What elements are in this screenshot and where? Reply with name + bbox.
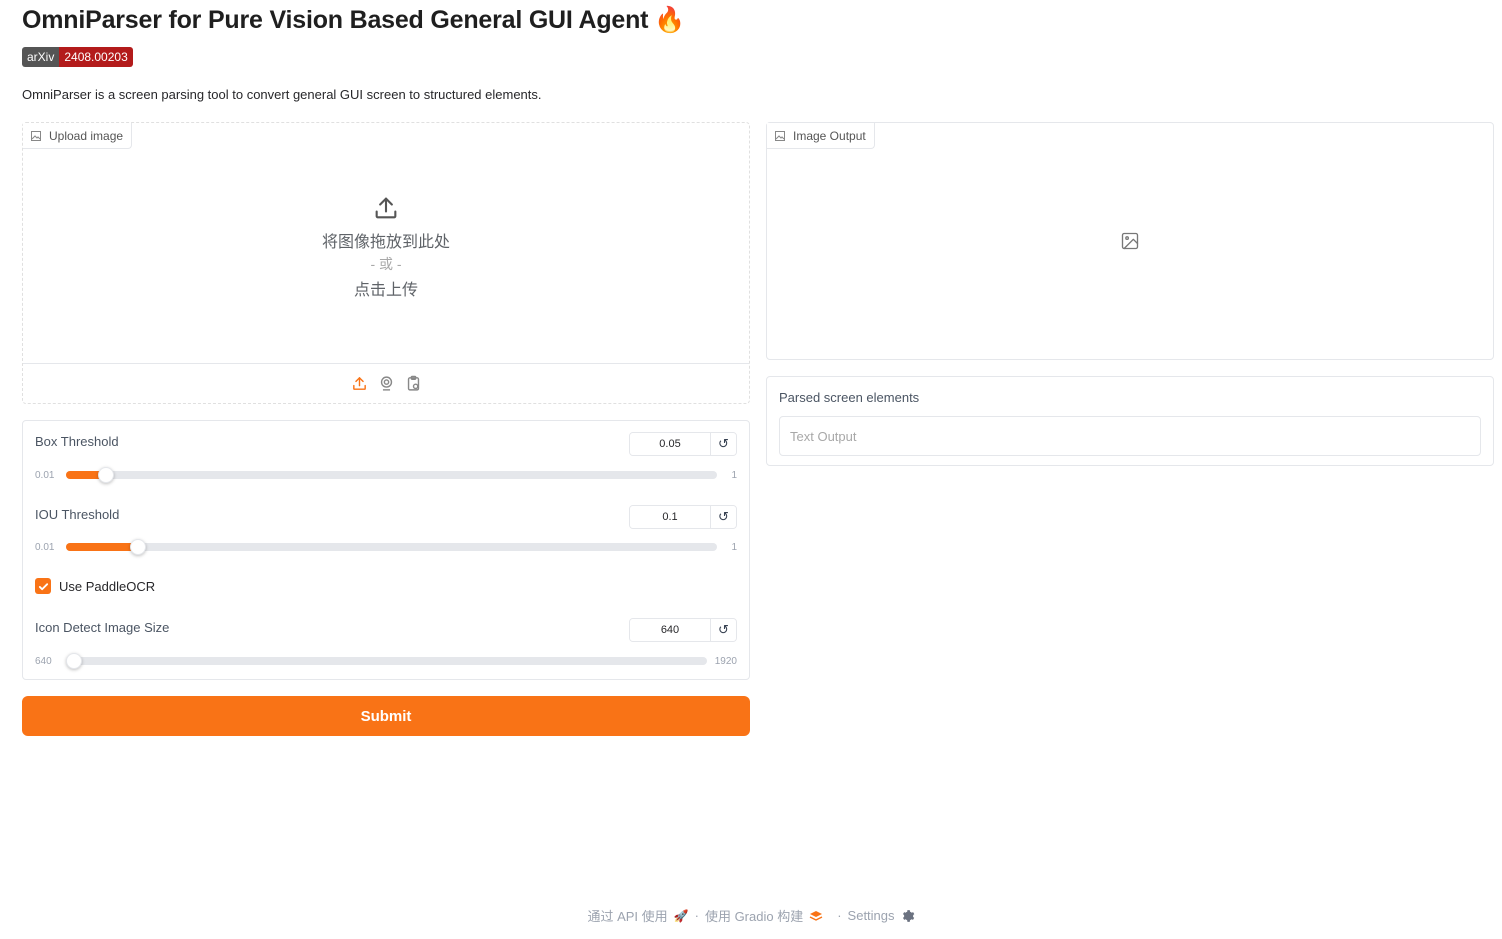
parsed-elements-panel: Parsed screen elements [766, 376, 1494, 466]
page-description: OmniParser is a screen parsing tool to c… [22, 87, 542, 102]
icon-size-number: ↺ [629, 618, 737, 642]
iou-threshold-input[interactable] [630, 506, 710, 528]
box-threshold-thumb[interactable] [98, 467, 115, 483]
gradio-link[interactable]: 使用 Gradio 构建 [705, 906, 803, 925]
iou-threshold-min: 0.01 [35, 541, 55, 553]
upload-image-label-text: Upload image [49, 128, 124, 143]
api-link[interactable]: 通过 API 使用 [587, 906, 667, 925]
text-output-field[interactable] [779, 416, 1481, 456]
iou-threshold-max: 1 [731, 541, 737, 553]
upload-panel: 将图像拖放到此处 - 或 - 点击上传 Upload image [22, 122, 750, 404]
footer-separator: · [694, 908, 699, 923]
box-threshold-reset-button[interactable]: ↺ [710, 433, 736, 455]
icon-size-thumb[interactable] [66, 653, 82, 669]
parsed-elements-label: Parsed screen elements [779, 390, 920, 405]
box-threshold-input[interactable] [630, 433, 710, 455]
icon-size-max: 1920 [714, 655, 737, 667]
icon-size-reset-button[interactable]: ↺ [710, 619, 736, 641]
icon-size-min: 640 [35, 655, 52, 667]
box-threshold-slider[interactable] [66, 467, 717, 483]
upload-image-label: Upload image [23, 123, 133, 149]
image-output-panel: Image Output [766, 122, 1494, 360]
upload-source-toolbar [23, 363, 749, 403]
box-threshold-number: ↺ [629, 432, 737, 456]
image-icon [31, 130, 41, 141]
iou-threshold-reset-button[interactable]: ↺ [710, 506, 736, 528]
iou-threshold-fill [66, 543, 140, 551]
iou-threshold-thumb[interactable] [130, 539, 147, 555]
footer-separator: · [837, 908, 842, 923]
icon-size-slider[interactable] [66, 653, 707, 669]
iou-threshold-slider[interactable] [66, 539, 717, 555]
upload-source-icon[interactable] [351, 375, 368, 392]
gradio-logo-icon [809, 910, 823, 921]
upload-dropzone[interactable]: 将图像拖放到此处 - 或 - 点击上传 [23, 123, 749, 363]
image-output-label-text: Image Output [793, 128, 866, 143]
icon-size-range: 640 1920 [35, 653, 737, 669]
image-icon [775, 130, 785, 141]
box-threshold-max: 1 [731, 469, 737, 481]
settings-link[interactable]: Settings [848, 908, 895, 923]
icon-size-input[interactable] [630, 619, 710, 641]
fire-icon: 🔥 [654, 6, 686, 34]
page-title-text: OmniParser for Pure Vision Based General… [22, 6, 649, 34]
clipboard-icon[interactable] [405, 375, 422, 392]
use-paddleocr-label: Use PaddleOCR [59, 578, 156, 594]
webcam-icon[interactable] [378, 375, 395, 392]
footer: 通过 API 使用 🚀 · 使用 Gradio 构建 · Settings [0, 906, 1502, 925]
arxiv-badge-label: arXiv [22, 47, 60, 67]
gear-icon[interactable] [901, 909, 915, 923]
checkbox-checked-icon[interactable] [35, 578, 51, 594]
box-threshold-min: 0.01 [35, 469, 55, 481]
arxiv-badge-id: 2408.00203 [59, 47, 133, 67]
box-threshold-label: Box Threshold [35, 434, 119, 449]
iou-threshold-number: ↺ [629, 505, 737, 529]
rocket-icon: 🚀 [673, 908, 689, 923]
arxiv-badge[interactable]: arXiv 2408.00203 [22, 47, 133, 67]
use-paddleocr-checkbox[interactable]: Use PaddleOCR [35, 578, 155, 594]
controls-panel: Box Threshold ↺ 0.01 1 IOU Threshold ↺ 0… [22, 420, 750, 680]
box-threshold-range: 0.01 1 [35, 467, 737, 483]
drop-text: 将图像拖放到此处 [321, 234, 450, 251]
click-upload-text: 点击上传 [353, 282, 418, 299]
upload-icon [375, 197, 397, 219]
iou-threshold-range: 0.01 1 [35, 539, 737, 555]
image-placeholder-icon [1121, 232, 1139, 250]
image-output-label: Image Output [767, 123, 875, 149]
iou-threshold-label: IOU Threshold [35, 507, 120, 522]
page-title: OmniParser for Pure Vision Based General… [22, 6, 685, 35]
icon-size-label: Icon Detect Image Size [35, 620, 170, 635]
or-text: - 或 - [370, 256, 402, 272]
submit-button[interactable]: Submit [22, 696, 750, 736]
